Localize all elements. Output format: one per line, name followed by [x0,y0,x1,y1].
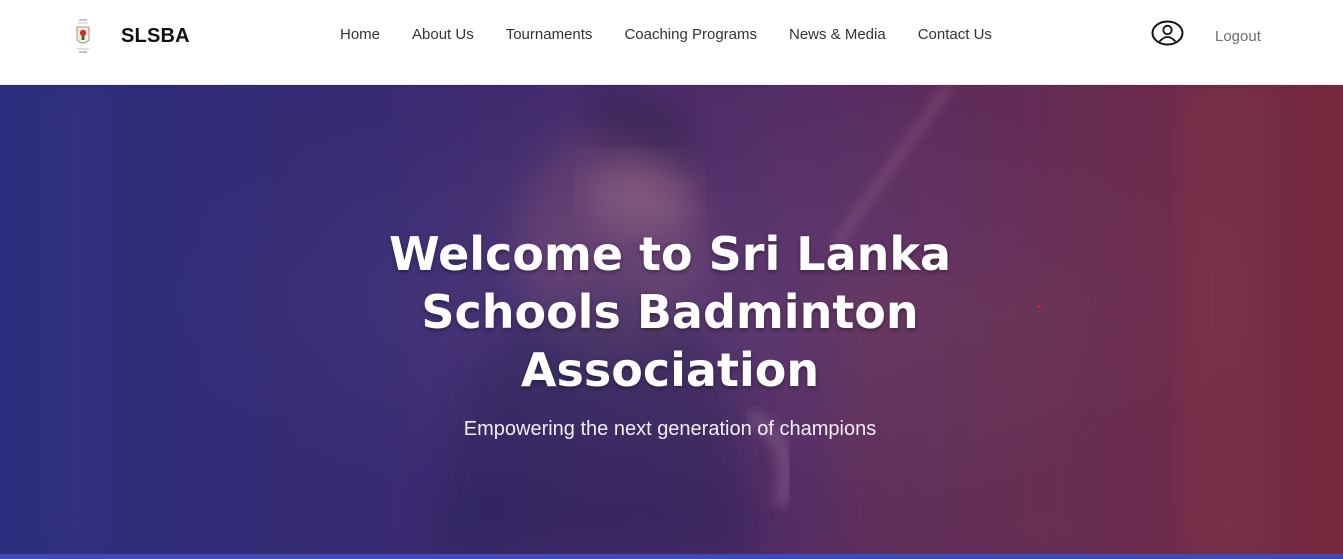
user-circle-icon[interactable] [1151,20,1184,46]
nav-item-news-media: News & Media [789,25,886,45]
nav-item-about-us: About Us [412,25,474,45]
slsba-crest-logo[interactable] [66,14,100,58]
nav-item-coaching-programs: Coaching Programs [624,25,757,45]
nav-link-news-media[interactable]: News & Media [789,25,886,45]
nav-link-tournaments[interactable]: Tournaments [506,25,593,45]
nav-link-home[interactable]: Home [340,25,380,45]
red-dot-marker [1038,305,1041,308]
brand-name[interactable]: SLSBA [121,25,190,48]
logout-link[interactable]: Logout [1215,27,1261,47]
main-nav: Home About Us Tournaments Coaching Progr… [340,25,992,45]
nav-item-tournaments: Tournaments [506,25,593,45]
hero-banner: Welcome to Sri Lanka Schools Badminton A… [0,85,1343,559]
brand[interactable]: SLSBA [66,14,190,58]
nav-link-contact-us[interactable]: Contact Us [918,25,992,45]
nav-item-contact-us: Contact Us [918,25,992,45]
top-navbar: SLSBA Home About Us Tournaments Coaching… [0,0,1343,85]
hero-title: Welcome to Sri Lanka Schools Badminton A… [388,227,952,397]
nav-link-about-us[interactable]: About Us [412,25,474,45]
hero-bottom-accent-line [0,554,1343,559]
nav-link-coaching-programs[interactable]: Coaching Programs [624,25,757,45]
nav-item-home: Home [340,25,380,45]
hero-subtitle: Empowering the next generation of champi… [463,418,877,440]
